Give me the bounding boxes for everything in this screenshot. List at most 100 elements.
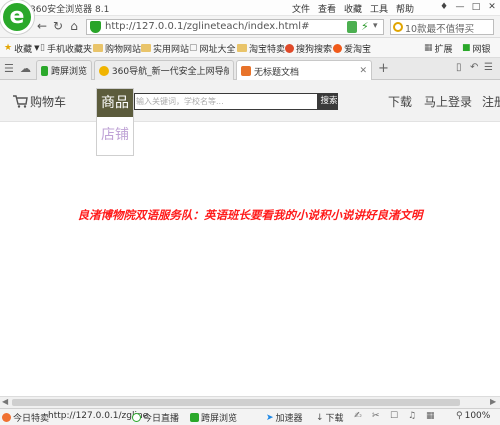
app-title: 360安全浏览器 8.1 <box>30 5 110 15</box>
download-link[interactable]: 下载 <box>388 93 412 110</box>
site-search-button[interactable]: 搜索 <box>319 94 339 109</box>
close-tab-icon[interactable]: ✕ <box>359 66 367 76</box>
search-engine-icon[interactable] <box>393 22 403 32</box>
menu-icon[interactable]: ☰ <box>484 62 493 73</box>
bookmark-label: 实用网站 <box>153 44 190 55</box>
banner-text: 良渚博物院双语服务队：英语班长要看我的小说积小说讲好良渚文明 <box>77 208 423 222</box>
maximize-button[interactable]: □ <box>468 1 484 14</box>
status-label: 今日特卖 <box>13 414 50 424</box>
compat-mode-icon[interactable] <box>347 21 357 33</box>
url-text[interactable]: http://127.0.0.1/zglineteach/index.html# <box>105 21 309 32</box>
tab-label: 跨屏浏览 <box>50 67 87 77</box>
address-row: ← ↻ ⌂ http://127.0.0.1/zglineteach/index… <box>0 16 500 38</box>
bookmark-label: 手机收藏夹 <box>46 44 92 55</box>
speed-icon[interactable]: ⚡ <box>361 20 369 33</box>
skin-icon[interactable]: ♦ <box>436 1 452 14</box>
star-icon: ★ <box>4 43 13 53</box>
tab-label: 360导航_新一代安全上网导航 <box>111 67 229 77</box>
site-search-input[interactable]: 输入关键词，学校名等... <box>135 94 317 109</box>
login-link[interactable]: 马上登录 <box>424 93 472 110</box>
status-daily-deals[interactable]: 今日特卖 <box>2 411 49 424</box>
close-button[interactable]: ✕ <box>484 1 500 14</box>
title-bar: 360安全浏览器 8.1 文件 查看 收藏 工具 帮助 ♦ — □ ✕ <box>0 0 500 16</box>
category-goods[interactable]: 商品 <box>97 89 133 117</box>
extensions-button[interactable]: ▦ 扩展 <box>424 41 453 55</box>
status-label: 下载 <box>325 414 344 424</box>
scroll-left-icon[interactable]: ◀ <box>2 397 8 406</box>
bookmark-taobao-sale[interactable]: 淘宝特卖 <box>237 41 285 55</box>
shield-icon: ■ <box>462 43 471 53</box>
scroll-right-icon[interactable]: ▶ <box>490 397 496 406</box>
taobao-icon <box>333 43 342 53</box>
bookmark-directory[interactable]: ▢ 网址大全 <box>189 41 236 55</box>
menu-favorites[interactable]: 收藏 <box>344 2 362 15</box>
screenshot-icon[interactable]: ✂ <box>372 411 380 421</box>
url-bar[interactable]: http://127.0.0.1/zglineteach/index.html#… <box>86 19 384 35</box>
security-shield-icon <box>90 21 101 33</box>
page-tools-icon[interactable]: ▦ <box>426 411 435 421</box>
sound-icon[interactable]: ♫ <box>408 411 416 421</box>
status-label: 跨屏浏览 <box>201 414 238 424</box>
rocket-icon: ➤ <box>266 412 274 423</box>
sogou-icon <box>285 43 294 53</box>
menu-help[interactable]: 帮助 <box>396 2 414 15</box>
bookmark-favorites[interactable]: ★ 收藏 ▼ <box>4 41 39 55</box>
bookmark-useful[interactable]: 实用网站 <box>141 41 189 55</box>
menu-view[interactable]: 查看 <box>318 2 336 15</box>
register-link[interactable]: 注册 <box>482 93 500 110</box>
category-dropdown: 商品 店铺 <box>96 88 134 156</box>
cart-link[interactable]: 购物车 <box>12 93 66 110</box>
folder-icon <box>141 44 151 52</box>
folder-icon <box>237 44 247 52</box>
search-input[interactable]: 10款最不值得买 <box>405 21 474 35</box>
status-bar: 今日特卖 http://127.0.0.1/zgline 今日直播 跨屏浏览 ➤… <box>0 408 500 425</box>
status-live[interactable]: 今日直播 <box>132 411 179 424</box>
cart-label: 购物车 <box>30 95 67 109</box>
undo-close-icon[interactable]: ↶ <box>470 62 478 73</box>
clean-icon[interactable]: ☐ <box>390 411 398 421</box>
page-content: 购物车 输入关键词，学校名等... 搜索 下载 马上登录 注册 商品 店铺 良渚… <box>0 80 500 396</box>
dropdown-icon[interactable]: ▾ <box>373 21 378 31</box>
tab-untitled-document[interactable]: 无标题文档 ✕ <box>236 60 372 81</box>
folder-icon <box>93 44 103 52</box>
menu-file[interactable]: 文件 <box>292 2 310 15</box>
bookmark-label: 搜狗搜索 <box>296 44 333 55</box>
horizontal-scrollbar[interactable]: ◀ ▶ <box>0 396 500 408</box>
tab-list-icon[interactable]: ☰ <box>4 62 14 75</box>
phone-icon: ▯ <box>40 43 45 53</box>
bookmark-aitaobao[interactable]: 爱淘宝 <box>333 41 371 55</box>
new-tab-button[interactable]: + <box>378 61 389 76</box>
minimize-button[interactable]: — <box>452 1 468 14</box>
bookmark-sogou[interactable]: 搜狗搜索 <box>285 41 332 55</box>
bookmark-mobile[interactable]: ▯ 手机收藏夹 <box>40 41 92 55</box>
translate-icon[interactable]: ✍ <box>354 411 362 421</box>
download-icon: ↓ <box>316 412 324 423</box>
search-box[interactable]: 10款最不值得买 <box>390 19 494 35</box>
tab-cross-screen[interactable]: 跨屏浏览 <box>36 60 92 80</box>
grid-icon: ▦ <box>424 43 433 53</box>
bookmark-label: 爱淘宝 <box>344 44 372 55</box>
category-shops[interactable]: 店铺 <box>97 123 133 147</box>
bookmark-shopping[interactable]: 购物网站 <box>93 41 141 55</box>
site-header: 购物车 输入关键词，学校名等... 搜索 下载 马上登录 注册 <box>0 80 500 122</box>
ebank-button[interactable]: ■ 网银 <box>462 41 491 55</box>
zoom-control[interactable]: ⚲ 100% <box>456 411 490 421</box>
browser-logo-icon[interactable]: e <box>0 0 34 34</box>
cross-screen-icon <box>41 65 48 76</box>
cross-screen-icon <box>190 413 199 422</box>
status-accelerator[interactable]: ➤ 加速器 <box>266 411 303 425</box>
scrollbar-thumb[interactable] <box>12 399 460 406</box>
status-cross-screen[interactable]: 跨屏浏览 <box>190 411 237 424</box>
menu-tools[interactable]: 工具 <box>370 2 388 15</box>
site-search: 输入关键词，学校名等... 搜索 <box>134 93 338 110</box>
status-label: 加速器 <box>275 414 303 424</box>
bookmarks-bar: ★ 收藏 ▼ ▯ 手机收藏夹 购物网站 实用网站 ▢ 网址大全 淘宝特卖 搜狗搜索 爱淘… <box>0 38 500 58</box>
tab-360-nav[interactable]: 360导航_新一代安全上网导航 <box>94 60 234 80</box>
cloud-icon[interactable]: ☁ <box>20 62 31 75</box>
back-icon[interactable]: ← <box>34 19 50 35</box>
reload-icon[interactable]: ↻ <box>50 19 66 35</box>
status-download[interactable]: ↓ 下载 <box>316 411 344 425</box>
bookmark-label: 购物网站 <box>105 44 142 55</box>
home-icon[interactable]: ⌂ <box>66 19 82 35</box>
restore-tab-icon[interactable]: ▯ <box>456 62 462 73</box>
